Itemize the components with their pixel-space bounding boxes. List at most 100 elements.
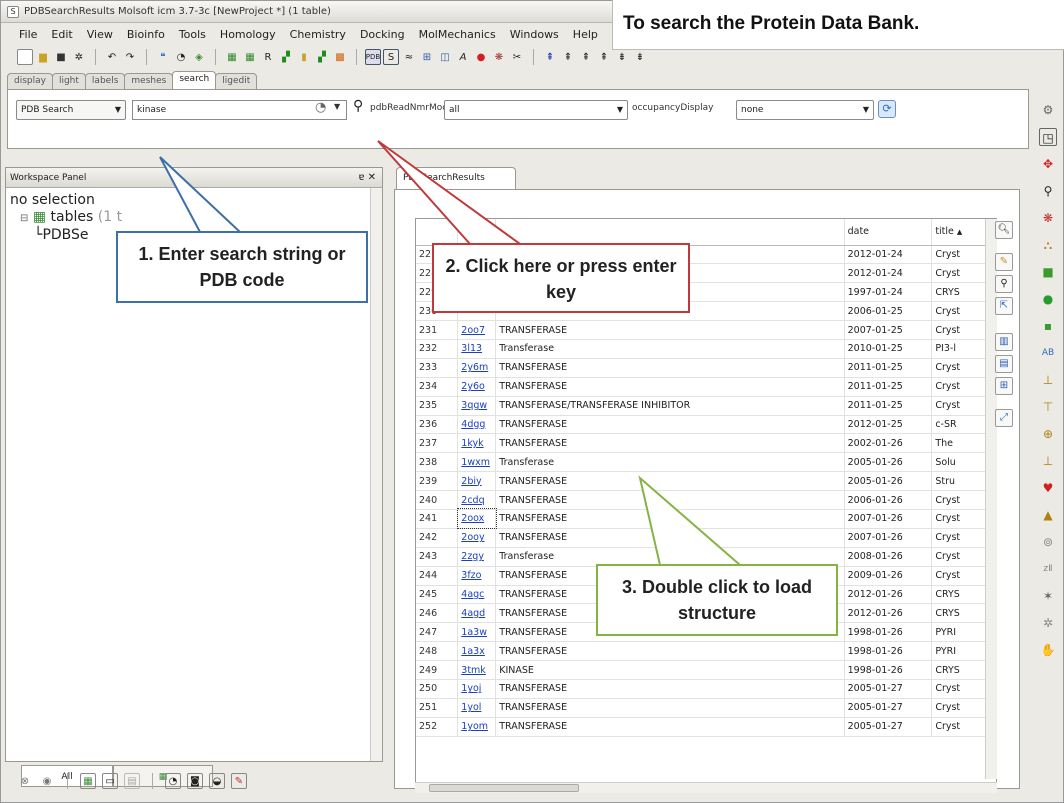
panel-toggle-icon[interactable]: ▦ (80, 773, 96, 789)
surface-icon[interactable]: ■ (1039, 263, 1057, 281)
sphere-icon[interactable]: ● (473, 49, 489, 65)
text-icon[interactable]: A (455, 49, 471, 65)
save-icon[interactable]: ■ (53, 49, 69, 65)
quote-icon[interactable]: ❝ (155, 49, 171, 65)
expand-icon[interactable]: ⤢ (995, 409, 1013, 427)
display-mode-3-icon[interactable]: ⇞ (578, 49, 594, 65)
search-history-icon[interactable]: ◔ (165, 773, 181, 789)
redo-icon[interactable]: ↷ (122, 49, 138, 65)
close-icon[interactable]: ɐ ✕ (358, 168, 376, 188)
table-row[interactable]: 232 3l13 Transferase 2010-01-25 PI3-l (416, 339, 996, 359)
pdb-code-link[interactable]: 3tmk (457, 660, 497, 680)
column-header-code[interactable] (457, 219, 497, 246)
molecule-search-icon[interactable]: ▦ (242, 49, 258, 65)
column-header-class[interactable] (495, 219, 845, 246)
pdb-code-link[interactable]: 1a3x (457, 641, 497, 662)
history-icon[interactable]: ◔ (315, 100, 326, 115)
tab-labels[interactable]: labels (84, 73, 126, 89)
table-row[interactable]: 241 2oox TRANSFERASE 2007-01-26 Cryst (416, 508, 996, 530)
list-toggle-icon[interactable]: ▤ (124, 773, 140, 789)
lock-icon[interactable]: ▲ (1039, 506, 1057, 524)
menu-help[interactable]: Help (573, 28, 598, 41)
move-icon[interactable]: ✥ (1039, 155, 1057, 173)
sequence-icon[interactable]: S (383, 49, 399, 65)
display-mode-5-icon[interactable]: ⇟ (614, 49, 630, 65)
settings-icon[interactable]: ✲ (71, 49, 87, 65)
window-icon[interactable]: ◫ (437, 49, 453, 65)
menu-bioinfo[interactable]: Bioinfo (127, 28, 165, 41)
magnify-icon[interactable]: ⚲ (1039, 182, 1057, 200)
menu-file[interactable]: File (19, 28, 37, 41)
fan-icon[interactable]: ✲ (1039, 614, 1057, 632)
edit-icon[interactable]: ✎ (995, 253, 1013, 271)
menu-homology[interactable]: Homology (220, 28, 276, 41)
binoculars-search-button[interactable]: ⚲ (353, 98, 363, 114)
pdb-code-link[interactable]: 3qgw (457, 396, 497, 416)
table-row[interactable]: 238 1wxm Transferase 2005-01-26 Solu (416, 452, 996, 473)
pdb-code-link[interactable]: 4dgg (457, 415, 497, 435)
menu-docking[interactable]: Docking (360, 28, 405, 41)
atom-icon[interactable]: ❋ (1039, 209, 1057, 227)
pdb-icon[interactable]: PDB (365, 49, 381, 65)
menu-edit[interactable]: Edit (51, 28, 72, 41)
grid-view-icon[interactable]: ⊞ (995, 377, 1013, 395)
ball-icon[interactable]: ▪ (1039, 317, 1057, 335)
pdb-code-link[interactable]: 2ooy (457, 528, 497, 548)
search-source-select[interactable]: PDB Search ▼ (16, 100, 126, 120)
distance-icon[interactable]: ⊥ (1039, 371, 1057, 389)
table-row[interactable]: 233 2y6m TRANSFERASE 2011-01-25 Cryst (416, 358, 996, 378)
menu-chemistry[interactable]: Chemistry (290, 28, 346, 41)
display-mode-2-icon[interactable]: ⇞ (560, 49, 576, 65)
pdb-code-link[interactable]: 1kyk (457, 433, 497, 454)
pdb-code-link[interactable]: 4agd (457, 603, 497, 624)
workspace-scrollbar[interactable] (370, 188, 382, 761)
table-row[interactable]: 236 4dgg TRANSFERASE 2012-01-25 c-SR (416, 415, 996, 435)
grid-icon[interactable]: ▩ (332, 49, 348, 65)
pdb-code-link[interactable]: 3l13 (457, 339, 497, 359)
table-row[interactable]: 239 2biy TRANSFERASE 2005-01-26 Stru (416, 471, 996, 492)
builder-icon[interactable]: ▞ (278, 49, 294, 65)
pdb-code-link[interactable]: 1yoj (457, 679, 497, 699)
pdb-code-link[interactable]: 3fzo (457, 566, 497, 586)
pdb-code-link[interactable]: 2oo7 (457, 320, 497, 340)
tab-search[interactable]: search (172, 71, 217, 89)
menu-tools[interactable]: Tools (179, 28, 206, 41)
nmr-models-select[interactable]: all ▼ (444, 100, 628, 120)
display-mode-4-icon[interactable]: ⇞ (596, 49, 612, 65)
link-icon[interactable]: ▞ (314, 49, 330, 65)
table-row[interactable]: 240 2cdq TRANSFERASE 2006-01-26 Cryst (416, 490, 996, 510)
occupancy-select[interactable]: none ▼ (736, 100, 874, 120)
undo-icon[interactable]: ↶ (104, 49, 120, 65)
tab-pdbsearchresults[interactable]: PDBSearchResults (396, 167, 516, 189)
pdb-code-link[interactable]: 2biy (457, 471, 497, 492)
pin-icon[interactable]: ⊚ (1039, 533, 1057, 551)
table-row[interactable]: 234 2y6o TRANSFERASE 2011-01-25 Cryst (416, 377, 996, 397)
pdb-code-link[interactable]: 1yom (457, 717, 497, 737)
search-table-icon[interactable]: 🔍︎ (995, 221, 1013, 239)
ribbon-icon[interactable]: ● (1039, 290, 1057, 308)
measure-icon[interactable]: ⊥ (1039, 452, 1057, 470)
heart-icon[interactable]: ♥ (1039, 479, 1057, 497)
select-icon[interactable]: ◳ (1039, 128, 1057, 146)
angle-icon[interactable]: ⊤ (1039, 398, 1057, 416)
tab-ligedit[interactable]: ligedit (215, 73, 258, 89)
tree-item-tables[interactable]: ⊟ ▦ tables (1 t (10, 209, 378, 227)
display-mode-1-icon[interactable]: ⇞ (542, 49, 558, 65)
text-label-icon[interactable]: AB (1039, 344, 1057, 362)
tab-display[interactable]: display (7, 73, 53, 89)
pdb-code-link[interactable]: 2y6m (457, 358, 497, 378)
zoom-icon[interactable]: ◔ (173, 49, 189, 65)
pdb-code-link[interactable]: 1a3w (457, 622, 497, 643)
column-header-index[interactable] (416, 219, 459, 246)
pdb-code-link[interactable]: 4agc (457, 585, 497, 605)
pointer-icon[interactable]: ✎ (231, 773, 247, 789)
table-row[interactable]: 251 1yol TRANSFERASE 2005-01-27 Cryst (416, 698, 996, 718)
pdb-code-link[interactable]: 2zgy (457, 547, 497, 567)
table-row[interactable]: 242 2ooy TRANSFERASE 2007-01-26 Cryst (416, 528, 996, 548)
columns-icon[interactable]: ▥ (995, 333, 1013, 351)
tab-meshes[interactable]: meshes (124, 73, 174, 89)
table-row[interactable]: 250 1yoj TRANSFERASE 2005-01-27 Cryst (416, 679, 996, 699)
menu-molmechanics[interactable]: MolMechanics (419, 28, 496, 41)
rows-icon[interactable]: ▤ (995, 355, 1013, 373)
table-row[interactable]: 248 1a3x TRANSFERASE 1998-01-26 PYRI (416, 641, 996, 662)
